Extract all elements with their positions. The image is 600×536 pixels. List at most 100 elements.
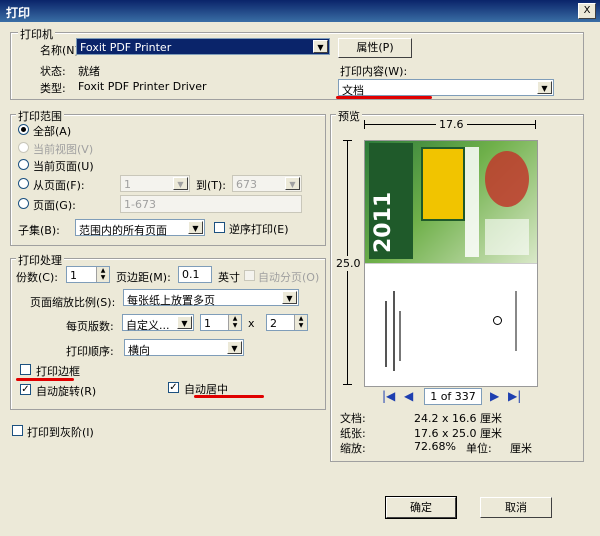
scaling-value: 每张纸上放置多页	[127, 294, 215, 307]
auto-rotate-checkbox[interactable]: ✓	[20, 384, 31, 395]
book-cover-image: 2011	[365, 141, 537, 263]
printer-name-select[interactable]: Foxit PDF Printer ▼	[76, 38, 330, 55]
preview-height-label: 25.0	[336, 256, 361, 271]
text-line	[385, 301, 387, 367]
range-current-view-radio[interactable]	[18, 142, 29, 153]
reverse-checkbox[interactable]	[214, 222, 225, 233]
status-value: 就绪	[78, 65, 100, 78]
grid-x-label: x	[248, 317, 255, 330]
last-page-icon[interactable]: ▶|	[508, 389, 521, 403]
text-line	[515, 291, 517, 351]
spinner-arrows-icon[interactable]: ▲ ▼	[294, 315, 307, 330]
reverse-label: 逆序打印(E)	[229, 223, 289, 236]
to-page-select[interactable]: 673 ▼	[232, 175, 302, 192]
zoom-label: 缩放:	[340, 442, 366, 455]
to-page-value: 673	[236, 178, 257, 191]
collate-checkbox[interactable]	[244, 270, 255, 281]
status-label: 状态:	[40, 65, 66, 78]
range-from-page-label: 从页面(F):	[33, 179, 85, 192]
auto-center-checkbox[interactable]: ✓	[168, 382, 179, 393]
preview-label: 预览	[336, 108, 362, 124]
preview-page: 2011	[364, 140, 538, 387]
from-page-select[interactable]: 1 ▼	[120, 175, 190, 192]
grayscale-checkbox[interactable]	[12, 425, 23, 436]
chevron-down-icon[interactable]: ▼	[313, 40, 328, 53]
doc-size-value: 24.2 x 16.6 厘米	[414, 412, 502, 425]
spinner-arrows-icon[interactable]: ▲ ▼	[228, 315, 241, 330]
range-current-page-radio[interactable]	[18, 159, 29, 170]
print-order-label: 打印顺序:	[66, 345, 114, 358]
red-annotation-underline	[336, 96, 432, 99]
chevron-down-icon[interactable]: ▼	[177, 316, 192, 329]
ok-button[interactable]: 确定	[385, 496, 457, 519]
range-all-radio[interactable]	[18, 124, 29, 135]
next-page-icon[interactable]: ▶	[490, 389, 499, 403]
copies-label: 份数(C):	[16, 271, 58, 284]
subset-select[interactable]: 范围内的所有页面 ▼	[75, 219, 205, 237]
print-content-select[interactable]: 文档 ▼	[338, 79, 554, 97]
pages-per-sheet-value: 自定义...	[126, 319, 170, 332]
cover-subtitle-band	[465, 147, 479, 257]
cover-title-block	[421, 147, 465, 221]
columns-stepper[interactable]: 1 ▲ ▼	[200, 314, 242, 331]
first-page-icon[interactable]: |◀	[382, 389, 395, 403]
zoom-value: 72.68%	[414, 440, 456, 453]
to-label: 到(T):	[196, 179, 227, 192]
pages-input[interactable]: 1-673	[120, 195, 302, 213]
margin-input[interactable]: 0.1	[178, 266, 212, 283]
print-borders-label: 打印边框	[36, 365, 80, 378]
page-divider	[365, 263, 537, 264]
rows-stepper[interactable]: 2 ▲ ▼	[266, 314, 308, 331]
paper-size-label: 纸张:	[340, 427, 366, 440]
print-content-label: 打印内容(W):	[340, 65, 408, 78]
height-dimension-tick	[343, 384, 352, 385]
chevron-down-icon[interactable]: ▼	[285, 177, 300, 190]
text-line	[399, 311, 401, 361]
chevron-down-icon[interactable]: ▼	[537, 81, 552, 94]
pages-per-sheet-select[interactable]: 自定义... ▼	[122, 314, 194, 332]
print-borders-checkbox[interactable]	[20, 364, 31, 375]
close-icon[interactable]: X	[578, 3, 596, 19]
copies-stepper[interactable]: 1 ▲ ▼	[66, 266, 110, 283]
chevron-down-icon[interactable]: ▼	[173, 177, 188, 190]
print-order-value: 横向	[128, 344, 150, 357]
title-bar	[0, 0, 600, 22]
cancel-button[interactable]: 取消	[480, 497, 552, 518]
cover-publisher-panel	[485, 219, 529, 255]
properties-button[interactable]: 属性(P)	[338, 38, 412, 58]
spinner-arrows-icon[interactable]: ▲ ▼	[96, 267, 109, 282]
scaling-label: 页面缩放比例(S):	[30, 296, 116, 309]
cover-emblem	[485, 151, 529, 207]
grayscale-label: 打印到灰阶(I)	[27, 426, 94, 439]
range-from-page-radio[interactable]	[18, 178, 29, 189]
width-dimension-tick	[535, 120, 536, 129]
preview-width-label: 17.6	[436, 118, 467, 131]
range-pages-radio[interactable]	[18, 198, 29, 209]
chevron-down-icon[interactable]: ▼	[282, 291, 297, 304]
from-page-value: 1	[124, 178, 131, 191]
previous-page-icon[interactable]: ◀	[404, 389, 413, 403]
margin-unit: 英寸	[218, 271, 240, 284]
margin-label: 页边距(M):	[116, 271, 171, 284]
print-order-select[interactable]: 横向 ▼	[124, 339, 244, 357]
unit-label: 单位:	[466, 442, 492, 455]
print-handling-label: 打印处理	[16, 252, 64, 268]
width-dimension-tick	[364, 120, 365, 129]
cover-year-text: 2011	[371, 191, 396, 253]
chevron-down-icon[interactable]: ▼	[227, 341, 242, 354]
height-dimension-tick	[343, 140, 352, 141]
scaling-select[interactable]: 每张纸上放置多页 ▼	[123, 289, 299, 307]
doc-size-label: 文档:	[340, 412, 366, 425]
hole-mark	[493, 316, 502, 325]
range-current-view-label: 当前视图(V)	[33, 143, 94, 156]
subset-value: 范围内的所有页面	[79, 224, 167, 237]
type-label: 类型:	[40, 82, 66, 95]
printer-group-label: 打印机	[18, 26, 55, 42]
paper-size-value: 17.6 x 25.0 厘米	[414, 427, 502, 440]
page-indicator[interactable]: 1 of 337	[424, 388, 482, 405]
window-title: 打印	[6, 6, 31, 20]
printer-name-value: Foxit PDF Printer	[80, 41, 172, 54]
rows-value: 2	[270, 317, 277, 330]
range-current-page-label: 当前页面(U)	[33, 160, 94, 173]
chevron-down-icon[interactable]: ▼	[188, 221, 203, 234]
